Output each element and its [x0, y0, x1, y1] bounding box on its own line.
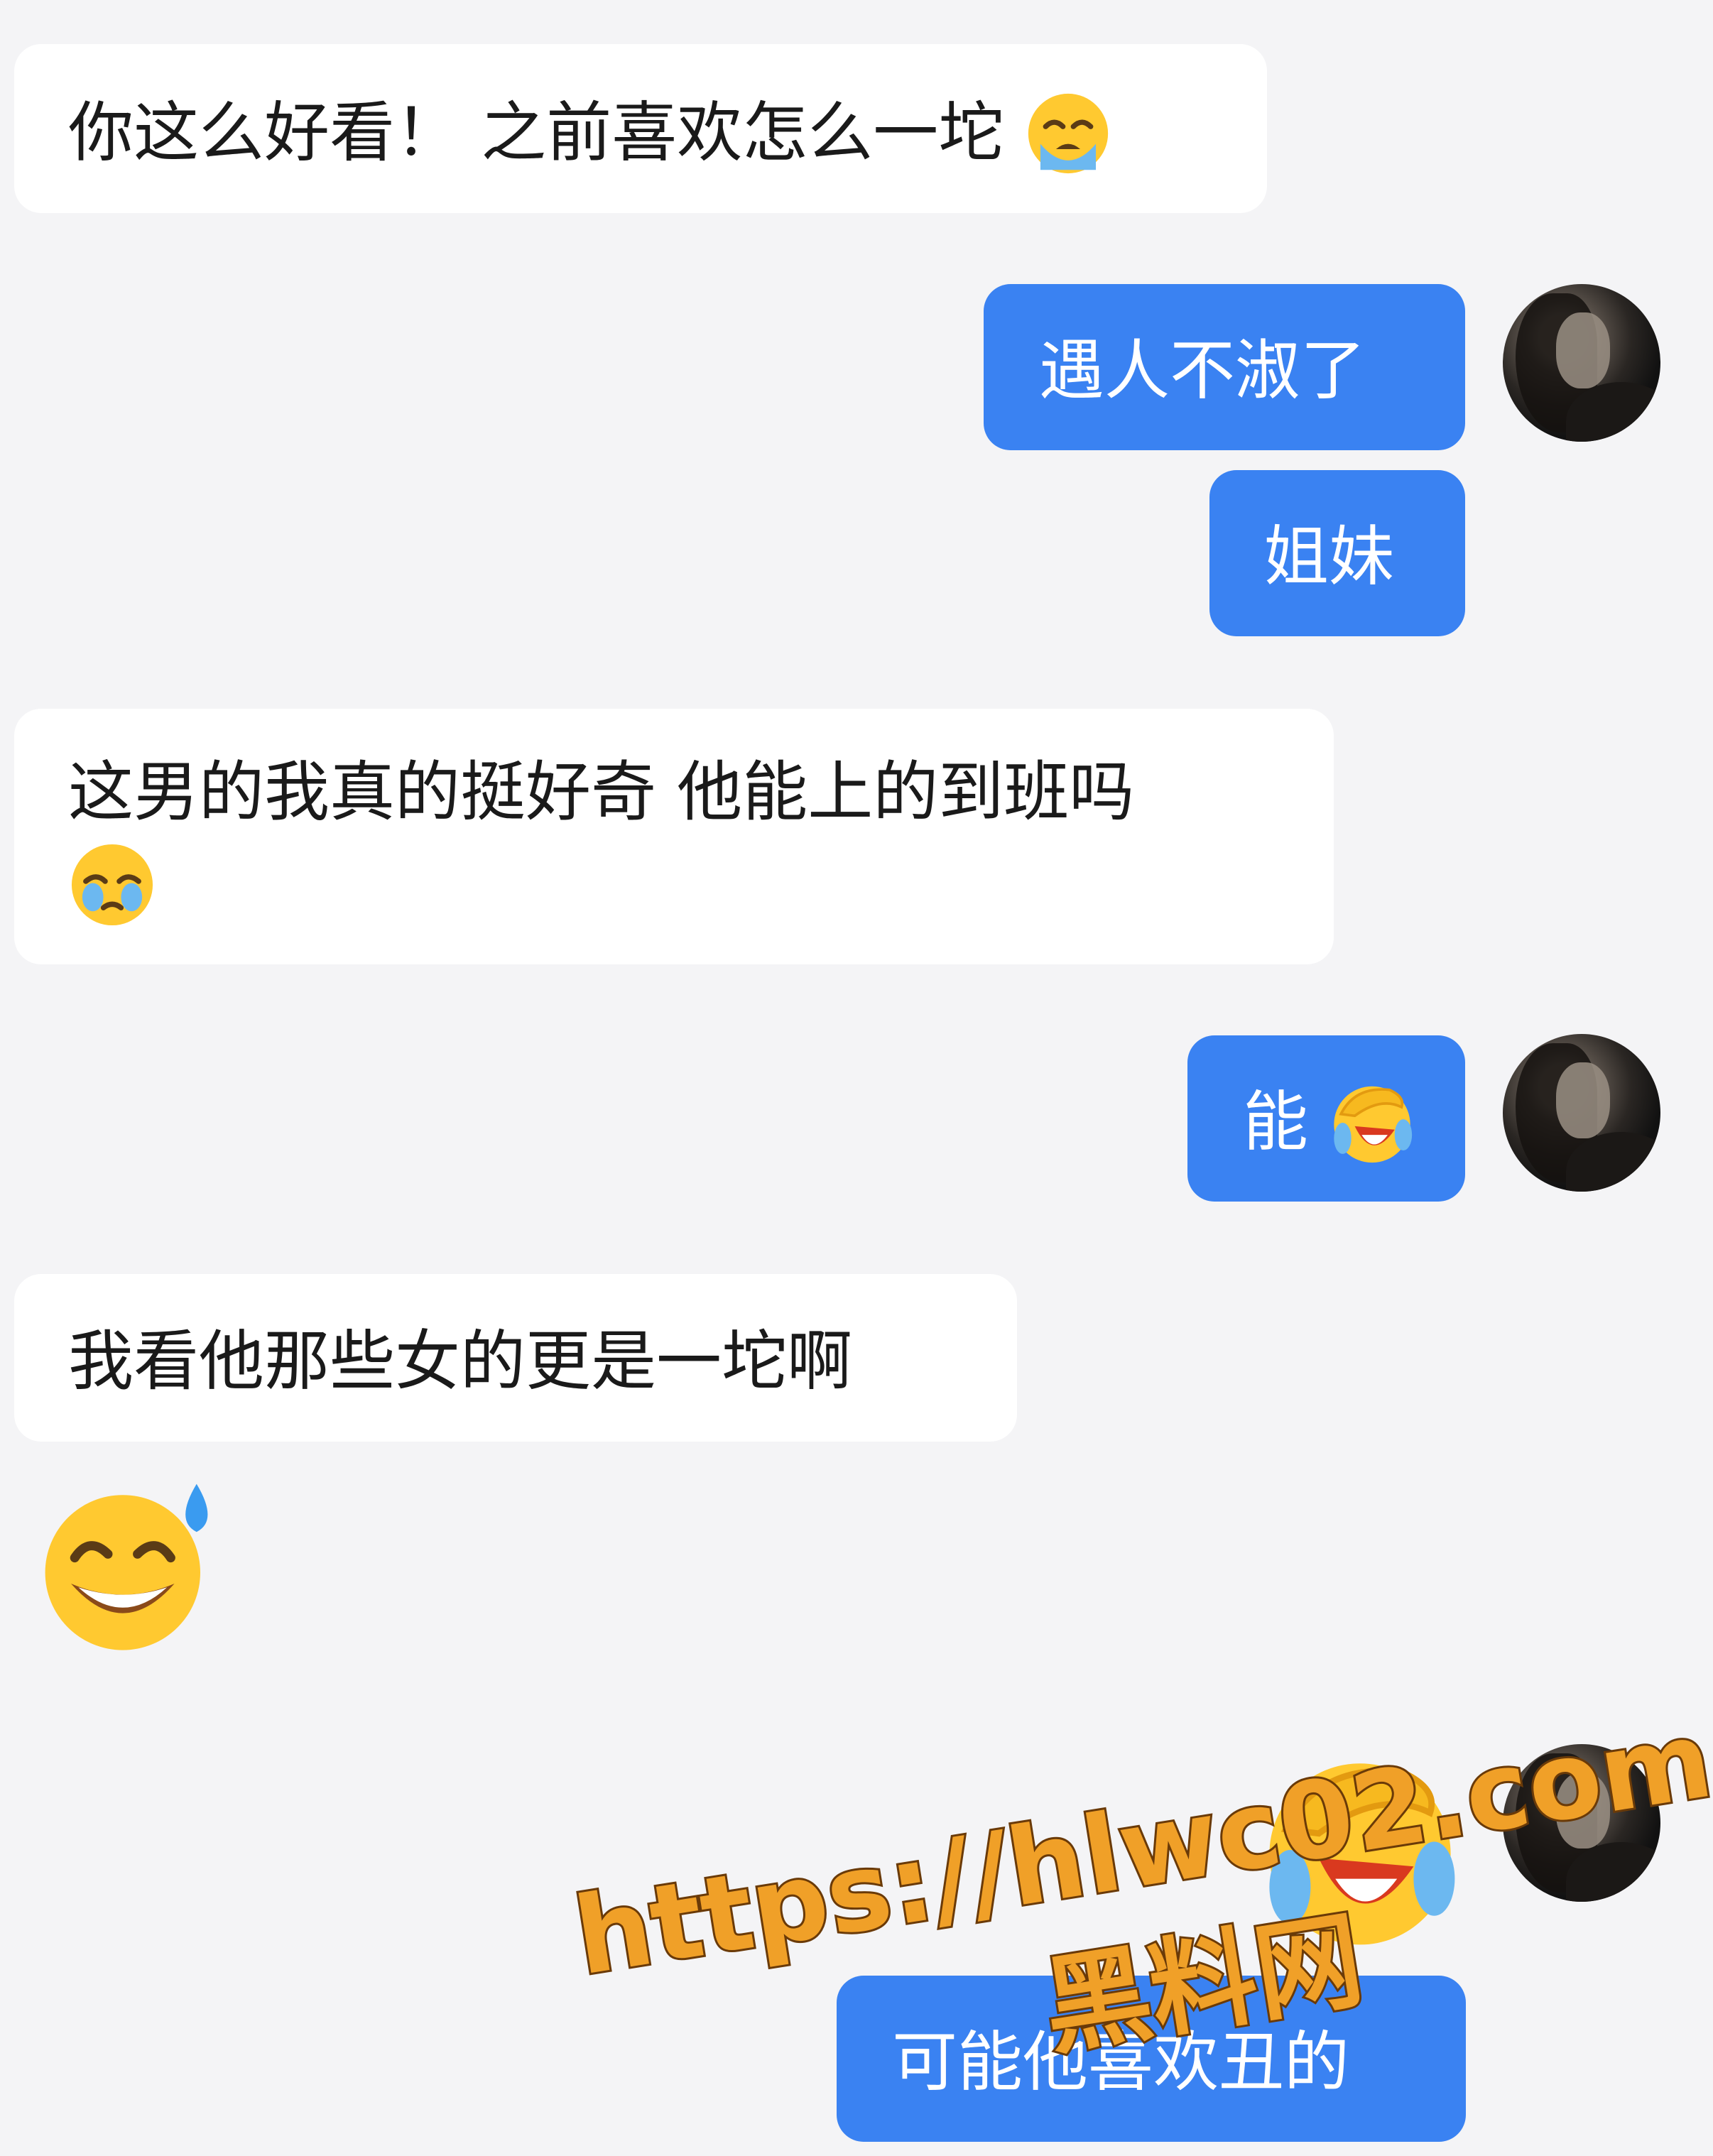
message-text: 可能他喜欢丑的 — [892, 2024, 1350, 2101]
message-bubble-outgoing[interactable]: 姐妹 — [1209, 470, 1465, 636]
holding-back-tears-face-icon — [71, 844, 153, 925]
avatar[interactable] — [1503, 284, 1660, 442]
loudly-crying-face-icon — [1028, 93, 1108, 173]
message-bubble-outgoing[interactable]: 能 — [1187, 1035, 1465, 1202]
face-palm-crying-icon[interactable] — [1257, 1747, 1463, 1953]
message-bubble-incoming[interactable]: 这男的我真的挺好奇 他能上的到班吗 — [14, 709, 1334, 964]
message-bubble-incoming[interactable]: 你这么好看！ 之前喜欢怎么一坨 — [14, 44, 1267, 213]
grinning-sweat-face-icon[interactable] — [20, 1473, 233, 1657]
message-text: 能 — [1243, 1084, 1309, 1160]
avatar[interactable] — [1503, 1744, 1660, 1902]
message-text: 我看他那些女的更是一坨啊 — [68, 1323, 853, 1400]
avatar[interactable] — [1503, 1034, 1660, 1192]
message-bubble-outgoing[interactable]: 可能他喜欢丑的 — [837, 1976, 1466, 2142]
message-bubble-incoming[interactable]: 我看他那些女的更是一坨啊 — [14, 1274, 1017, 1442]
face-palm-crying-icon — [1334, 1086, 1413, 1163]
message-text: 这男的我真的挺好奇 他能上的到班吗 — [68, 754, 1135, 830]
message-text: 你这么好看！ 之前喜欢怎么一坨 — [68, 94, 1004, 171]
message-bubble-outgoing[interactable]: 遇人不淑了 — [984, 284, 1465, 450]
message-text: 姐妹 — [1263, 518, 1395, 595]
message-text: 遇人不淑了 — [1039, 332, 1366, 409]
